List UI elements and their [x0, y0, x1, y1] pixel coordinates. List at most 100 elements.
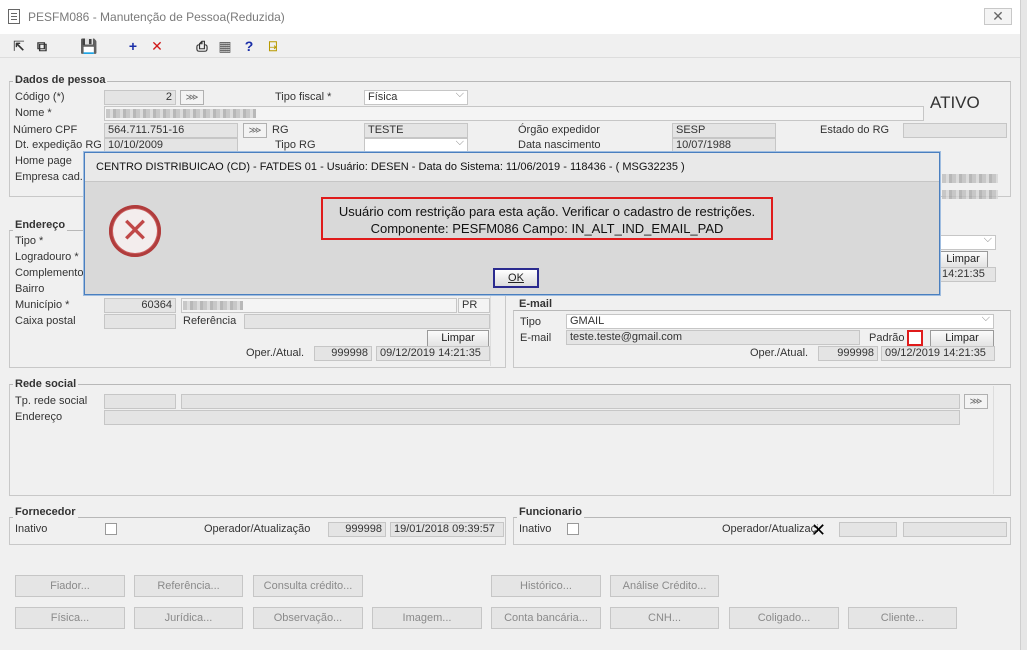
- rg-field[interactable]: TESTE: [364, 123, 468, 138]
- rede-endereco-label: Endereço: [15, 411, 63, 423]
- buttons_row2-button-0[interactable]: Física...: [15, 607, 125, 629]
- funcionario-oper-date: [903, 522, 1007, 537]
- endereco-oper-date: 09/12/2019 14:21:35: [376, 346, 490, 361]
- email-limpar-button[interactable]: Limpar: [930, 330, 994, 347]
- empresa-date-redacted: [942, 190, 998, 199]
- referencia-field[interactable]: [244, 314, 490, 329]
- email-label: E-mail: [520, 332, 552, 344]
- tipo-rg-label: Tipo RG: [275, 139, 316, 151]
- email-field[interactable]: teste.teste@gmail.com: [566, 330, 860, 345]
- window-scrollbar[interactable]: [1020, 0, 1027, 650]
- home-page-label: Home page: [15, 155, 72, 167]
- rede-social-scrollbar[interactable]: [993, 386, 1007, 494]
- buttons_row2-button-4[interactable]: Conta bancária...: [491, 607, 601, 629]
- estado-rg-field[interactable]: [903, 123, 1007, 138]
- window-titlebar: PESFM086 - Manutenção de Pessoa(Reduzida…: [0, 0, 1020, 34]
- close-button[interactable]: ✕: [984, 8, 1012, 25]
- tipo-endereco-label: Tipo *: [15, 235, 44, 247]
- print-icon[interactable]: ⎙: [193, 37, 211, 55]
- status-label: ATIVO: [930, 93, 980, 112]
- logradouro-label: Logradouro *: [15, 251, 79, 263]
- fornecedor-inativo-checkbox[interactable]: [105, 523, 117, 535]
- endereco-oper-label: Oper./Atual.: [246, 347, 305, 359]
- telefone-limpar-button[interactable]: Limpar: [938, 251, 988, 268]
- email-tipo-label: Tipo: [520, 316, 541, 328]
- fornecedor-oper-date: 19/01/2018 09:39:57: [390, 522, 504, 537]
- codigo-lookup-button[interactable]: ⋙: [180, 90, 204, 105]
- buttons_row2-button-5[interactable]: CNH...: [610, 607, 719, 629]
- telefone-tipo-select[interactable]: [938, 235, 996, 250]
- fornecedor-oper-field: 999998: [328, 522, 386, 537]
- save-icon[interactable]: 💾: [80, 37, 98, 55]
- endereco-limpar-button[interactable]: Limpar: [427, 330, 489, 347]
- orgao-label: Órgão expedidor: [518, 124, 600, 136]
- nome-redacted: [106, 109, 256, 118]
- dialog-message: Usuário com restrição para esta ação. Ve…: [321, 197, 773, 240]
- nome-label: Nome *: [15, 107, 52, 119]
- toolbar: ⇱ ⧉ 💾 + ✕ ⎙ ▦? ⍈: [0, 34, 1020, 58]
- buttons_row1-button-1[interactable]: Referência...: [134, 575, 243, 597]
- copy-icon[interactable]: ⧉: [33, 37, 51, 55]
- endereco-title: Endereço: [13, 219, 68, 231]
- orgao-field[interactable]: SESP: [672, 123, 776, 138]
- cpf-field[interactable]: 564.711.751-16: [104, 123, 238, 138]
- rede-endereco-field[interactable]: [104, 410, 960, 425]
- tp-rede-lookup-button[interactable]: ⋙: [964, 394, 988, 409]
- funcionario-title: Funcionario: [517, 506, 584, 518]
- delete-icon[interactable]: ✕: [148, 37, 166, 55]
- error-dialog: CENTRO DISTRIBUICAO (CD) - FATDES 01 - U…: [84, 152, 940, 295]
- uf-field[interactable]: PR: [458, 298, 490, 313]
- tp-rede-label: Tp. rede social: [15, 395, 88, 407]
- dt-expedicao-field[interactable]: 10/10/2009: [104, 138, 238, 153]
- ok-button[interactable]: OK: [493, 268, 539, 288]
- endereco-scrollbar[interactable]: [490, 296, 504, 366]
- endereco-oper-field: 999998: [314, 346, 372, 361]
- table-icon[interactable]: ▦: [216, 37, 234, 55]
- email-oper-date: 09/12/2019 14:21:35: [881, 346, 995, 361]
- caixa-postal-label: Caixa postal: [15, 315, 76, 327]
- empresa-redacted: [942, 174, 998, 183]
- email-title: E-mail: [517, 298, 555, 310]
- dt-expedicao-label: Dt. expedição RG: [15, 139, 102, 151]
- error-icon: ✕: [109, 205, 161, 257]
- buttons_row2-button-2[interactable]: Observação...: [253, 607, 363, 629]
- codigo-field[interactable]: 2: [104, 90, 176, 105]
- tipo-fiscal-select[interactable]: Física: [364, 90, 468, 105]
- dados-pessoa-title: Dados de pessoa: [13, 74, 108, 86]
- email-tipo-select[interactable]: GMAIL: [566, 314, 994, 329]
- add-icon[interactable]: +: [124, 37, 142, 55]
- tp-rede-name-field[interactable]: [181, 394, 960, 409]
- padrao-checkbox[interactable]: [907, 330, 923, 346]
- funcionario-oper-field: [839, 522, 897, 537]
- data-nasc-field[interactable]: 10/07/1988: [672, 138, 776, 153]
- dialog-message-line1: Usuário com restrição para esta ação. Ve…: [338, 204, 756, 219]
- exit-icon[interactable]: ⍈: [264, 37, 282, 55]
- tp-rede-code-field[interactable]: [104, 394, 176, 409]
- buttons_row2-button-3[interactable]: Imagem...: [372, 607, 482, 629]
- fornecedor-oper-label: Operador/Atualização: [204, 523, 311, 535]
- buttons_row1-button-4[interactable]: Análise Crédito...: [610, 575, 719, 597]
- buttons_row2-button-1[interactable]: Jurídica...: [134, 607, 243, 629]
- cpf-lookup-button[interactable]: ⋙: [243, 123, 267, 138]
- tipo-fiscal-label: Tipo fiscal *: [275, 91, 332, 103]
- buttons_row2-button-6[interactable]: Coligado...: [729, 607, 839, 629]
- municipio-code-field[interactable]: 60364: [104, 298, 176, 313]
- funcionario-inativo-checkbox[interactable]: [567, 523, 579, 535]
- data-nasc-label: Data nascimento: [518, 139, 601, 151]
- buttons_row1-button-3[interactable]: Histórico...: [491, 575, 601, 597]
- navigate-icon[interactable]: ⇱: [10, 37, 28, 55]
- bairro-label: Bairro: [15, 283, 45, 295]
- buttons_row1-button-0[interactable]: Fiador...: [15, 575, 125, 597]
- buttons_row2-button-7[interactable]: Cliente...: [848, 607, 957, 629]
- caixa-postal-field[interactable]: [104, 314, 176, 329]
- municipio-label: Município *: [15, 299, 70, 311]
- help-icon[interactable]: ?: [240, 37, 258, 55]
- rede-social-title: Rede social: [13, 378, 79, 390]
- mouse-cursor-icon: ✕: [811, 520, 827, 540]
- tipo-rg-select[interactable]: [364, 138, 468, 153]
- email-oper-field: 999998: [818, 346, 878, 361]
- empresa-cad-label: Empresa cad.: [15, 171, 83, 183]
- referencia-label: Referência: [183, 315, 237, 327]
- complemento-label: Complemento: [15, 267, 84, 279]
- buttons_row1-button-2[interactable]: Consulta crédito...: [253, 575, 363, 597]
